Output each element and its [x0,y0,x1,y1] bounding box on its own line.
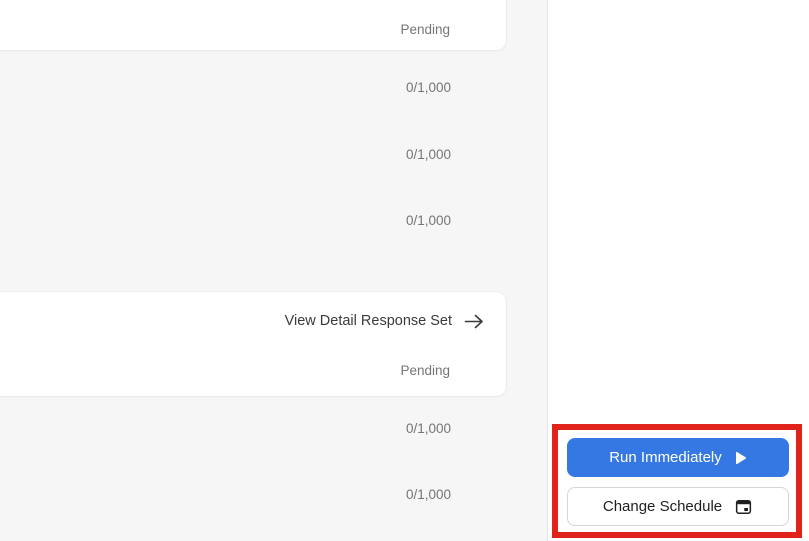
play-icon [734,451,747,465]
action-panel: Run Immediately Change Schedule [549,0,809,541]
quota-count: 0/1,000 [405,147,451,162]
quota-count: 0/1,000 [405,213,451,228]
screen: Pending 0/1,000 0/1,000 0/1,000 View Det… [0,0,809,541]
change-schedule-label: Change Schedule [602,498,723,515]
arrow-right-icon [464,314,485,329]
run-immediately-button[interactable]: Run Immediately [567,438,789,477]
status-text: Pending [400,22,450,37]
quota-count: 0/1,000 [405,80,451,95]
run-immediately-label: Run Immediately [609,449,722,466]
status-text: Pending [400,363,450,378]
view-detail-response-set-link[interactable]: View Detail Response Set [285,311,485,331]
quota-count: 0/1,000 [405,487,451,502]
quota-count: 0/1,000 [405,421,451,436]
calendar-icon [734,497,753,516]
response-set-card [0,292,506,396]
change-schedule-button[interactable]: Change Schedule [567,487,789,526]
view-detail-response-set-label: View Detail Response Set [284,313,452,329]
quota-table-region: Pending 0/1,000 0/1,000 0/1,000 View Det… [0,0,548,541]
